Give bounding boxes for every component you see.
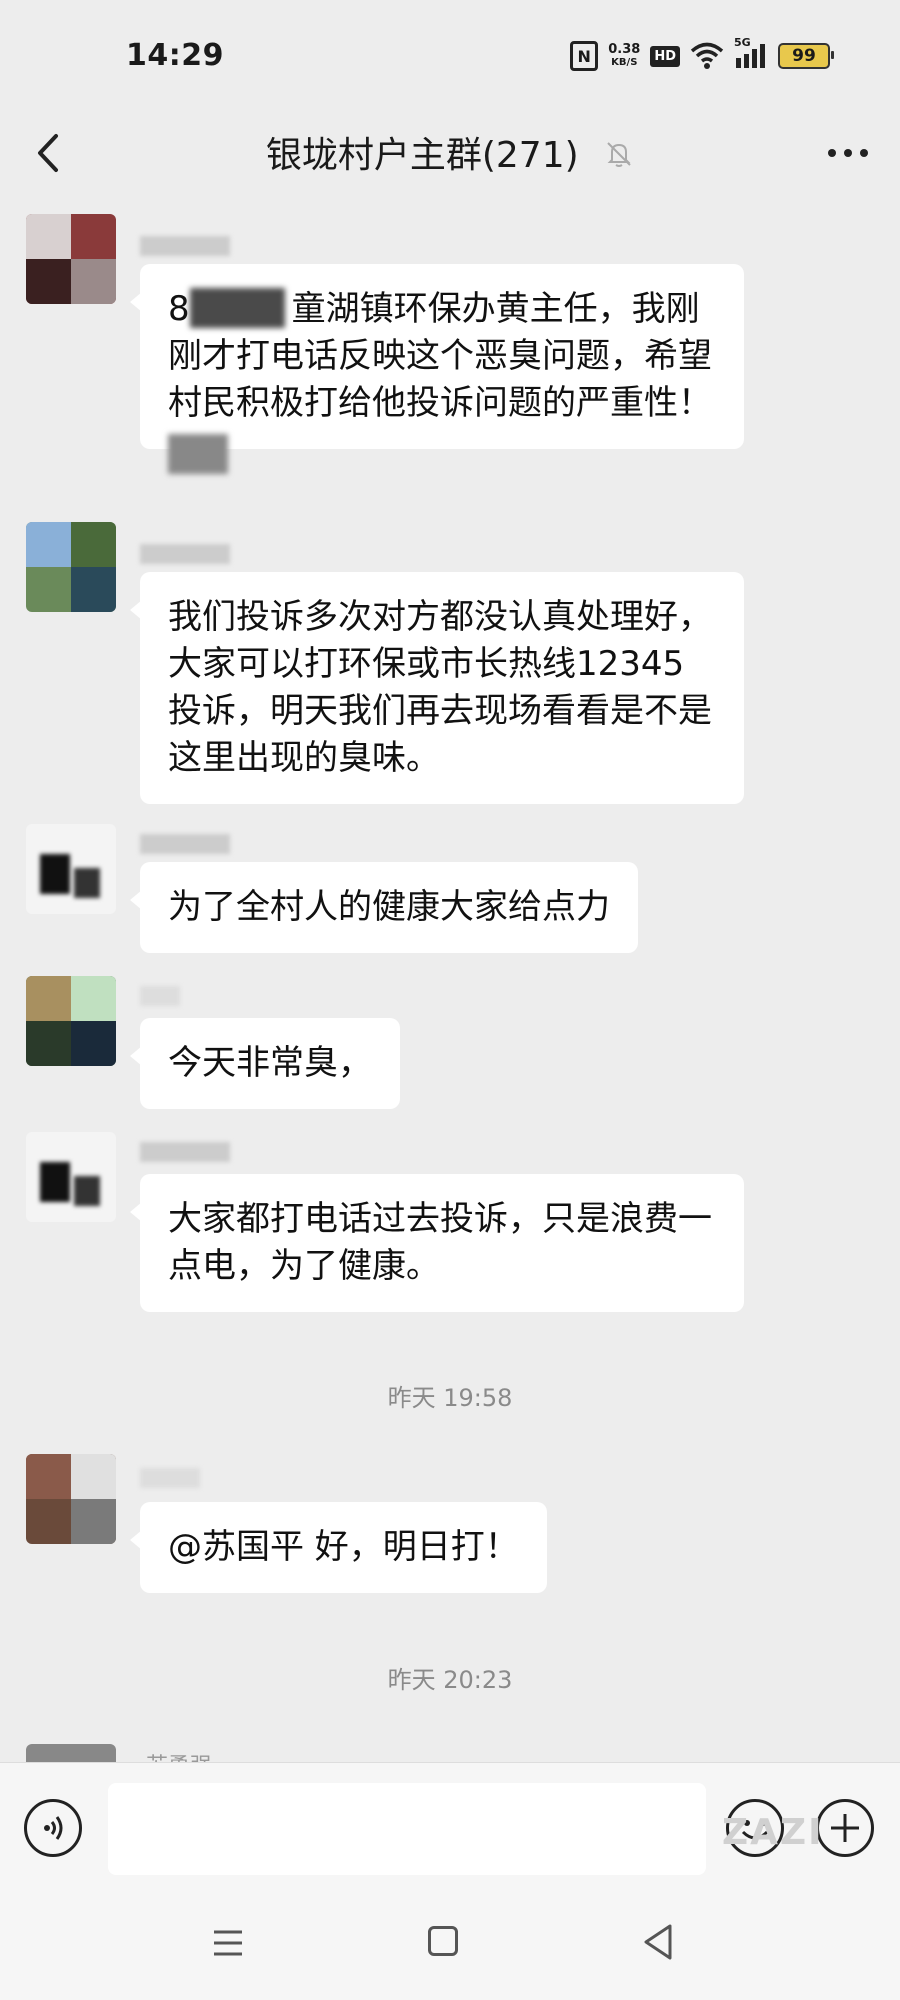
chat-header: 银垅村户主群(271): [0, 110, 900, 200]
message-list[interactable]: 8 童湖镇环保办黄主任，我刚刚才打电话反映这个恶臭问题，希望村民积极打给他投诉问…: [0, 200, 900, 1762]
battery-level: 99: [792, 46, 816, 66]
wifi-icon: [690, 42, 724, 70]
message-text: 为了全村人的健康大家给点力: [168, 887, 610, 927]
avatar[interactable]: [26, 824, 116, 914]
message-input[interactable]: [108, 1783, 706, 1875]
status-time: 14:29: [126, 38, 224, 73]
message-timestamp: 昨天 20:23: [387, 1666, 513, 1694]
recent-apps-icon[interactable]: [212, 1928, 244, 1958]
watermark: ZAZI: [722, 1812, 824, 1853]
avatar[interactable]: [26, 976, 116, 1066]
sender-name: [140, 834, 230, 854]
avatar[interactable]: [26, 1132, 116, 1222]
message-text: 今天非常臭，: [168, 1043, 372, 1083]
nav-back-icon[interactable]: [640, 1922, 676, 1962]
message-text: 我们投诉多次对方都没认真处理好，大家可以打环保或市长热线12345 投诉，明天我…: [168, 597, 712, 778]
message-bubble[interactable]: 今天非常臭，: [130, 1018, 400, 1109]
cellular-signal-icon: 5G: [734, 36, 768, 70]
hd-icon: HD: [650, 45, 680, 67]
sender-name: [140, 1142, 230, 1162]
net-speed: 0.38 KB/S: [608, 43, 640, 69]
redaction-blur: [190, 288, 285, 328]
more-functions-button[interactable]: [816, 1799, 874, 1857]
status-bar: 14:29 N 0.38 KB/S HD 5G 99: [0, 0, 900, 110]
net-speed-value: 0.38: [608, 42, 641, 57]
net-speed-unit: KB/S: [611, 57, 638, 68]
sender-name: [140, 236, 230, 256]
sender-name: [140, 544, 230, 564]
system-nav-bar: [0, 1892, 900, 2000]
message-bubble[interactable]: 大家都打电话过去投诉，只是浪费一点电，为了健康。: [130, 1174, 744, 1312]
message-text: 大家都打电话过去投诉，只是浪费一点电，为了健康。: [168, 1199, 712, 1286]
message-bubble[interactable]: @苏国平 好，明日打！: [130, 1502, 547, 1593]
avatar[interactable]: [26, 1454, 116, 1544]
avatar[interactable]: [26, 1744, 116, 1762]
group-name: 银垅村户主群(271): [265, 135, 579, 176]
home-icon[interactable]: [428, 1926, 458, 1956]
nfc-icon: N: [570, 41, 599, 71]
chat-title: 银垅村户主群(271): [0, 126, 900, 178]
redaction-blur: [168, 434, 228, 474]
message-bubble[interactable]: 8 童湖镇环保办黄主任，我刚刚才打电话反映这个恶臭问题，希望村民积极打给他投诉问…: [130, 264, 744, 474]
message-bubble[interactable]: 为了全村人的健康大家给点力: [130, 862, 638, 953]
status-icons: N 0.38 KB/S HD 5G 99: [570, 36, 834, 74]
more-options-icon[interactable]: [826, 138, 870, 168]
battery-icon: 99: [778, 43, 834, 69]
sender-name: [140, 1468, 200, 1488]
voice-input-button[interactable]: [24, 1799, 82, 1857]
avatar[interactable]: [26, 214, 116, 304]
message-timestamp: 昨天 19:58: [387, 1384, 513, 1412]
avatar[interactable]: [26, 522, 116, 612]
message-text: @苏国平 好，明日打！: [168, 1527, 519, 1567]
sender-name: 苏勇强: [146, 1748, 212, 1762]
mute-bell-icon: [604, 137, 634, 167]
network-type: 5G: [734, 36, 751, 49]
message-bubble[interactable]: 我们投诉多次对方都没认真处理好，大家可以打环保或市长热线12345 投诉，明天我…: [130, 572, 744, 804]
sender-name: [140, 986, 180, 1006]
